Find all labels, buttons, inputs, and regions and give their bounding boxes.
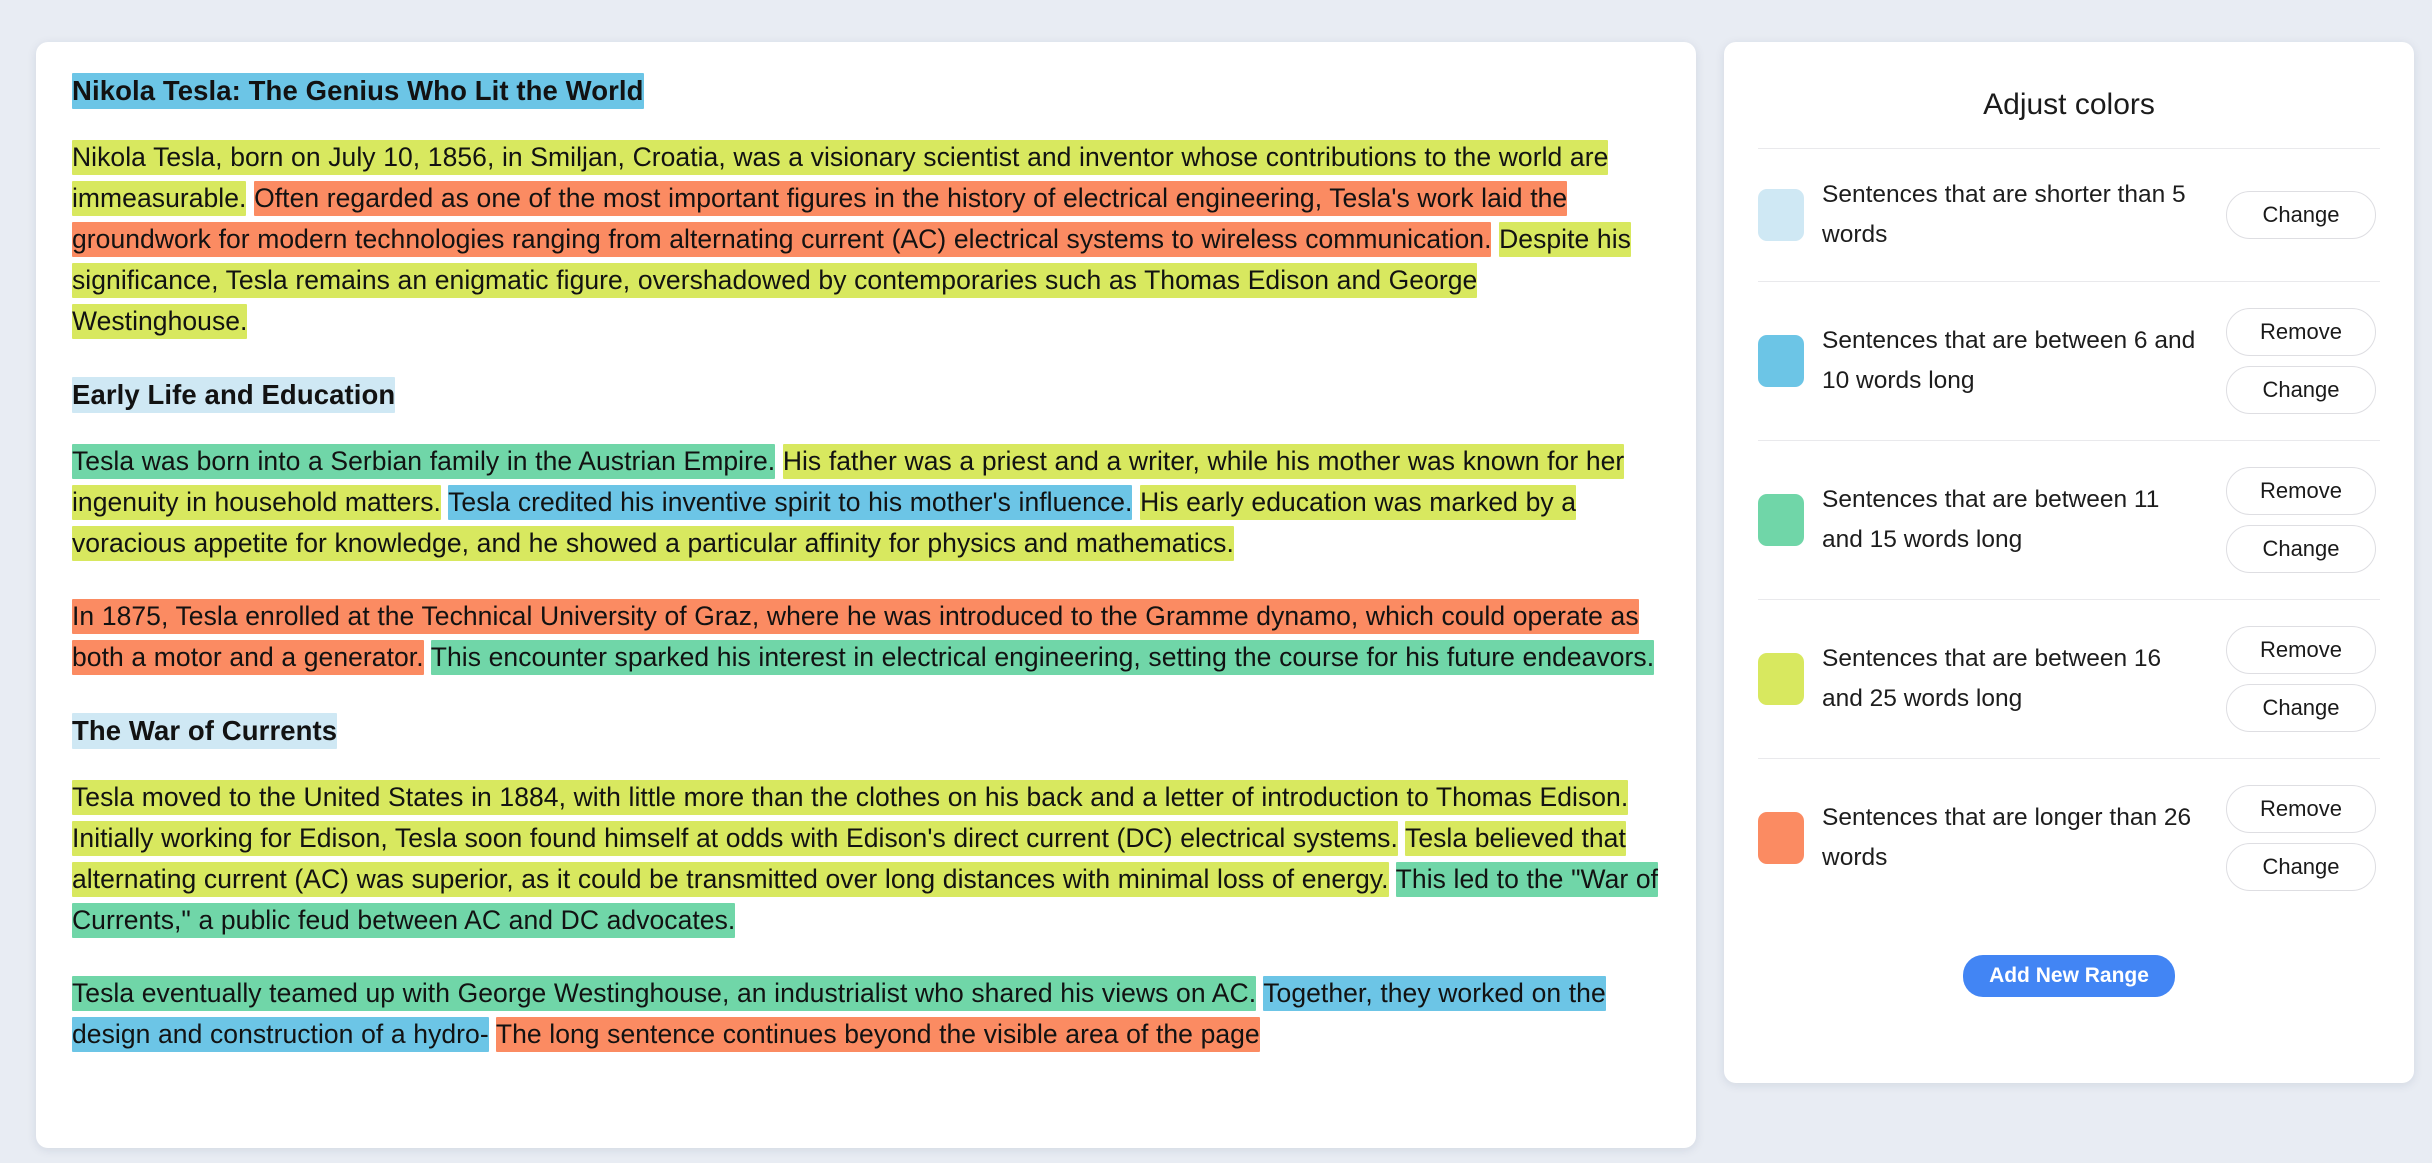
document-heading: Early Life and Education	[72, 374, 1660, 415]
color-swatch[interactable]	[1758, 653, 1804, 705]
highlighted-sentence: Nikola Tesla: The Genius Who Lit the Wor…	[72, 73, 644, 109]
range-label: Sentences that are shorter than 5 words	[1822, 181, 2186, 248]
document-body[interactable]: Nikola Tesla: The Genius Who Lit the Wor…	[72, 68, 1660, 1055]
range-actions: Change	[2226, 191, 2376, 239]
remove-range-button[interactable]: Remove	[2226, 626, 2376, 674]
range-actions: Remove Change	[2226, 626, 2376, 732]
highlighted-sentence: Tesla moved to the United States in 1884…	[72, 780, 1629, 815]
color-swatch[interactable]	[1758, 812, 1804, 864]
color-swatch[interactable]	[1758, 189, 1804, 241]
document-paragraph: Tesla eventually teamed up with George W…	[72, 973, 1660, 1055]
range-row: Sentences that are shorter than 5 words C…	[1758, 149, 2380, 281]
highlighted-sentence: The long sentence continues beyond the v…	[495, 1017, 1260, 1052]
document-card: Nikola Tesla: The Genius Who Lit the Wor…	[36, 42, 1696, 1148]
highlighted-sentence: Initially working for Edison, Tesla soon…	[72, 821, 1398, 856]
highlighted-sentence: The War of Currents	[72, 713, 338, 749]
document-paragraph: In 1875, Tesla enrolled at the Technical…	[72, 596, 1660, 678]
change-color-button[interactable]: Change	[2226, 366, 2376, 414]
range-actions: Remove Change	[2226, 785, 2376, 891]
range-label: Sentences that are between 6 and 10 word…	[1822, 327, 2196, 394]
highlighted-sentence: Tesla eventually teamed up with George W…	[72, 976, 1257, 1011]
document-paragraph: Tesla moved to the United States in 1884…	[72, 777, 1660, 941]
highlighted-sentence: This encounter sparked his interest in e…	[430, 640, 1655, 675]
add-new-range-button[interactable]: Add New Range	[1963, 955, 2175, 997]
range-actions: Remove Change	[2226, 308, 2376, 414]
remove-range-button[interactable]: Remove	[2226, 785, 2376, 833]
remove-range-button[interactable]: Remove	[2226, 308, 2376, 356]
document-heading: The War of Currents	[72, 710, 1660, 751]
document-paragraph: Nikola Tesla, born on July 10, 1856, in …	[72, 137, 1660, 342]
range-row: Sentences that are between 16 and 25 wor…	[1758, 600, 2380, 758]
change-color-button[interactable]: Change	[2226, 684, 2376, 732]
range-row: Sentences that are between 6 and 10 word…	[1758, 282, 2380, 440]
range-label: Sentences that are between 11 and 15 wor…	[1822, 486, 2160, 553]
range-actions: Remove Change	[2226, 467, 2376, 573]
change-color-button[interactable]: Change	[2226, 191, 2376, 239]
color-swatch[interactable]	[1758, 494, 1804, 546]
highlighted-sentence: Tesla was born into a Serbian family in …	[72, 444, 776, 479]
range-row: Sentences that are longer than 26 words R…	[1758, 759, 2380, 917]
range-row: Sentences that are between 11 and 15 wor…	[1758, 441, 2380, 599]
change-color-button[interactable]: Change	[2226, 843, 2376, 891]
app-root: Nikola Tesla: The Genius Who Lit the Wor…	[0, 0, 2432, 1163]
range-list: Sentences that are shorter than 5 words C…	[1758, 149, 2380, 917]
color-swatch[interactable]	[1758, 335, 1804, 387]
highlighted-sentence: Tesla credited his inventive spirit to h…	[448, 485, 1133, 520]
change-color-button[interactable]: Change	[2226, 525, 2376, 573]
document-heading: Nikola Tesla: The Genius Who Lit the Wor…	[72, 70, 1660, 111]
panel-title: Adjust colors	[1983, 88, 2155, 121]
document-paragraph: Tesla was born into a Serbian family in …	[72, 441, 1660, 564]
highlighted-sentence: Often regarded as one of the most import…	[72, 181, 1568, 257]
add-range-row: Add New Range	[1758, 917, 2380, 997]
adjust-colors-panel: Adjust colors Sentences that are shorter…	[1724, 42, 2414, 1083]
range-label: Sentences that are between 16 and 25 wor…	[1822, 645, 2162, 712]
remove-range-button[interactable]: Remove	[2226, 467, 2376, 515]
highlighted-sentence: Early Life and Education	[72, 377, 396, 413]
range-label: Sentences that are longer than 26 words	[1822, 804, 2192, 871]
